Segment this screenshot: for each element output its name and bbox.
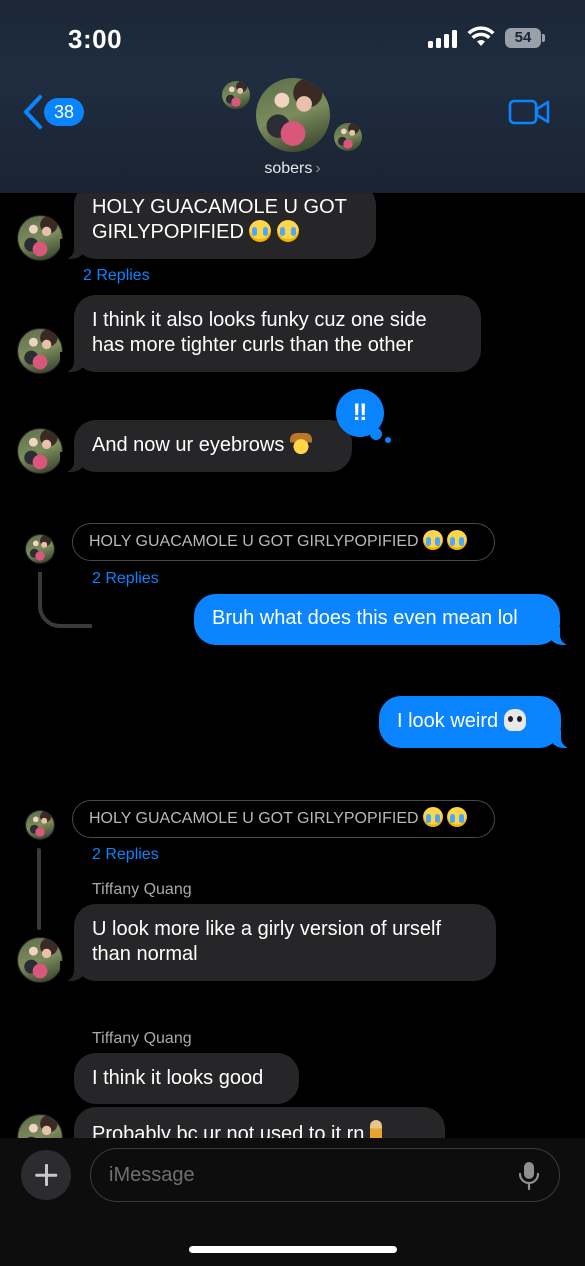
- quoted-message[interactable]: HOLY GUACAMOLE U GOT GIRLYPOPIFIED: [72, 523, 495, 561]
- sender-avatar[interactable]: [25, 810, 55, 840]
- cowboy-hat-face-icon: [289, 433, 312, 455]
- quoted-text: HOLY GUACAMOLE U GOT GIRLYPOPIFIED: [89, 533, 419, 550]
- sender-avatar[interactable]: [17, 937, 63, 983]
- video-camera-icon[interactable]: [508, 98, 550, 126]
- chevron-left-icon: [24, 95, 42, 129]
- group-avatar[interactable]: [256, 78, 330, 152]
- replies-link[interactable]: 2 Replies: [83, 267, 150, 285]
- message-input[interactable]: [90, 1148, 560, 1202]
- quoted-message[interactable]: HOLY GUACAMOLE U GOT GIRLYPOPIFIED: [72, 800, 495, 838]
- home-indicator[interactable]: [189, 1246, 397, 1253]
- message-text: I think it also looks funky cuz one side…: [92, 309, 427, 356]
- message-bubble[interactable]: And now ur eyebrows: [60, 420, 352, 472]
- message-text: And now ur eyebrows: [92, 434, 285, 456]
- thread-connector: [37, 848, 41, 930]
- wifi-icon: [467, 26, 495, 46]
- thread-connector: [38, 572, 92, 628]
- message-text: I think it looks good: [92, 1067, 264, 1089]
- sender-name: Tiffany Quang: [92, 1030, 192, 1047]
- sender-name: Tiffany Quang: [92, 881, 192, 898]
- microphone-icon[interactable]: [517, 1161, 541, 1191]
- group-name-button[interactable]: sobers ›: [0, 160, 585, 178]
- tapback-tail: [370, 428, 382, 440]
- quoted-text: HOLY GUACAMOLE U GOT GIRLYPOPIFIED: [89, 810, 419, 827]
- status-time: 3:00: [68, 24, 123, 54]
- replies-link[interactable]: 2 Replies: [92, 570, 159, 588]
- conversation-header: 3:00 54 38 sobers ›: [0, 0, 585, 193]
- skull-icon: [503, 709, 526, 731]
- sender-avatar[interactable]: [17, 215, 63, 261]
- loudly-crying-face-icon: [249, 220, 272, 242]
- message-bubble-sent[interactable]: I look weird: [379, 696, 575, 748]
- chevron-right-icon: ›: [315, 160, 321, 177]
- message-text: HOLY GUACAMOLE U GOT GIRLYPOPIFIED: [92, 196, 347, 243]
- sender-avatar[interactable]: [17, 428, 63, 474]
- unread-count-badge: 38: [44, 98, 84, 126]
- message-bubble[interactable]: I think it looks good: [74, 1053, 299, 1104]
- tapback-tail: [385, 437, 391, 443]
- sender-avatar[interactable]: [17, 328, 63, 374]
- message-bubble-sent[interactable]: Bruh what does this even mean lol: [194, 594, 574, 645]
- message-text: Bruh what does this even mean lol: [212, 607, 518, 629]
- member-avatar[interactable]: [222, 81, 250, 109]
- plus-icon[interactable]: [21, 1150, 71, 1200]
- battery-icon: 54: [505, 28, 545, 48]
- loudly-crying-face-icon: [423, 530, 444, 550]
- loudly-crying-face-icon: [447, 807, 468, 827]
- message-text: U look more like a girly version of urse…: [92, 918, 442, 965]
- cellular-signal-icon: [428, 30, 458, 48]
- message-bubble[interactable]: U look more like a girly version of urse…: [60, 904, 496, 981]
- member-avatar[interactable]: [334, 123, 362, 151]
- loudly-crying-face-icon: [423, 807, 444, 827]
- loudly-crying-face-icon: [277, 220, 300, 242]
- group-name: sobers: [264, 160, 313, 177]
- back-button[interactable]: 38: [22, 94, 92, 130]
- message-bubble[interactable]: I think it also looks funky cuz one side…: [60, 295, 481, 372]
- message-text: I look weird: [397, 710, 499, 732]
- loudly-crying-face-icon: [447, 530, 468, 550]
- replies-link[interactable]: 2 Replies: [92, 846, 159, 864]
- sender-avatar[interactable]: [25, 534, 55, 564]
- message-bubble[interactable]: HOLY GUACAMOLE U GOT GIRLYPOPIFIED: [60, 183, 376, 259]
